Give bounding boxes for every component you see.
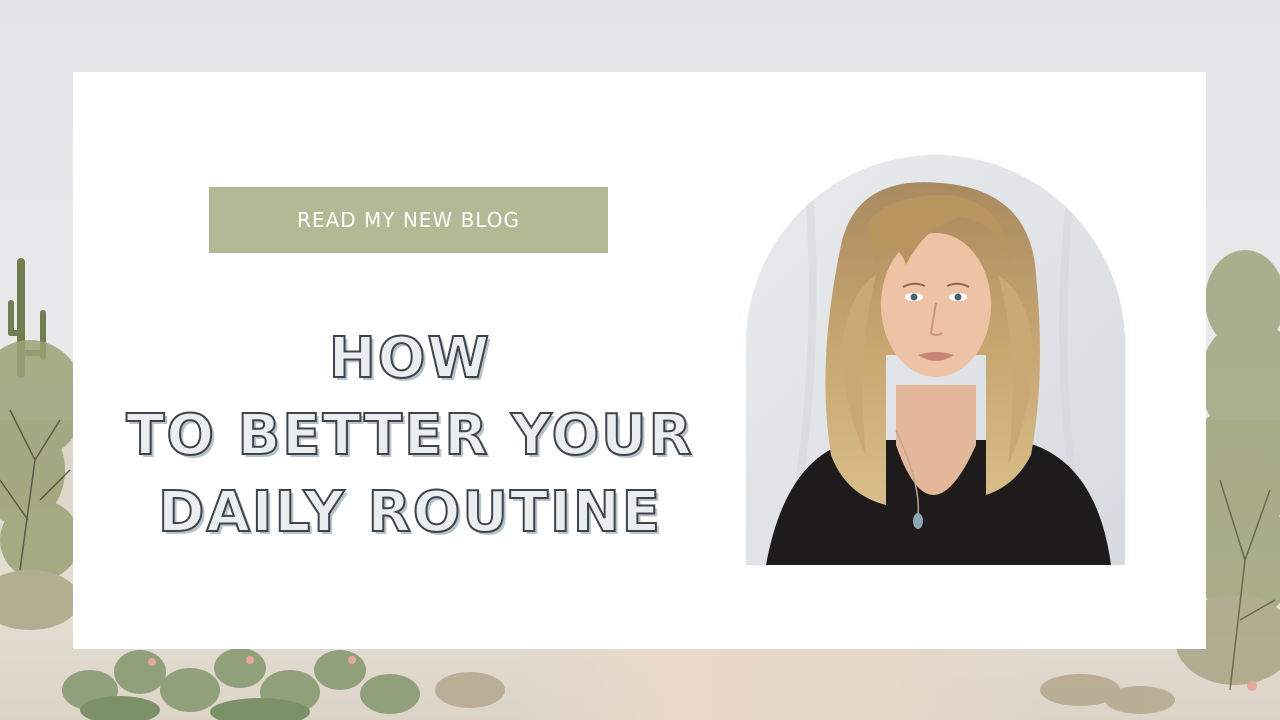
title-line: DAILY ROUTINE (157, 479, 663, 546)
author-portrait (746, 155, 1125, 565)
title-line: HOW (328, 325, 492, 392)
woman-portrait-icon (746, 155, 1125, 565)
title-line: TO BETTER YOUR (125, 402, 694, 469)
read-blog-button[interactable]: READ MY NEW BLOG (209, 187, 608, 253)
dry-grass (435, 672, 1175, 714)
prickly-pear-cactus-icon (62, 648, 420, 720)
page-title: HOW TO BETTER YOUR DAILY ROUTINE (100, 320, 720, 551)
